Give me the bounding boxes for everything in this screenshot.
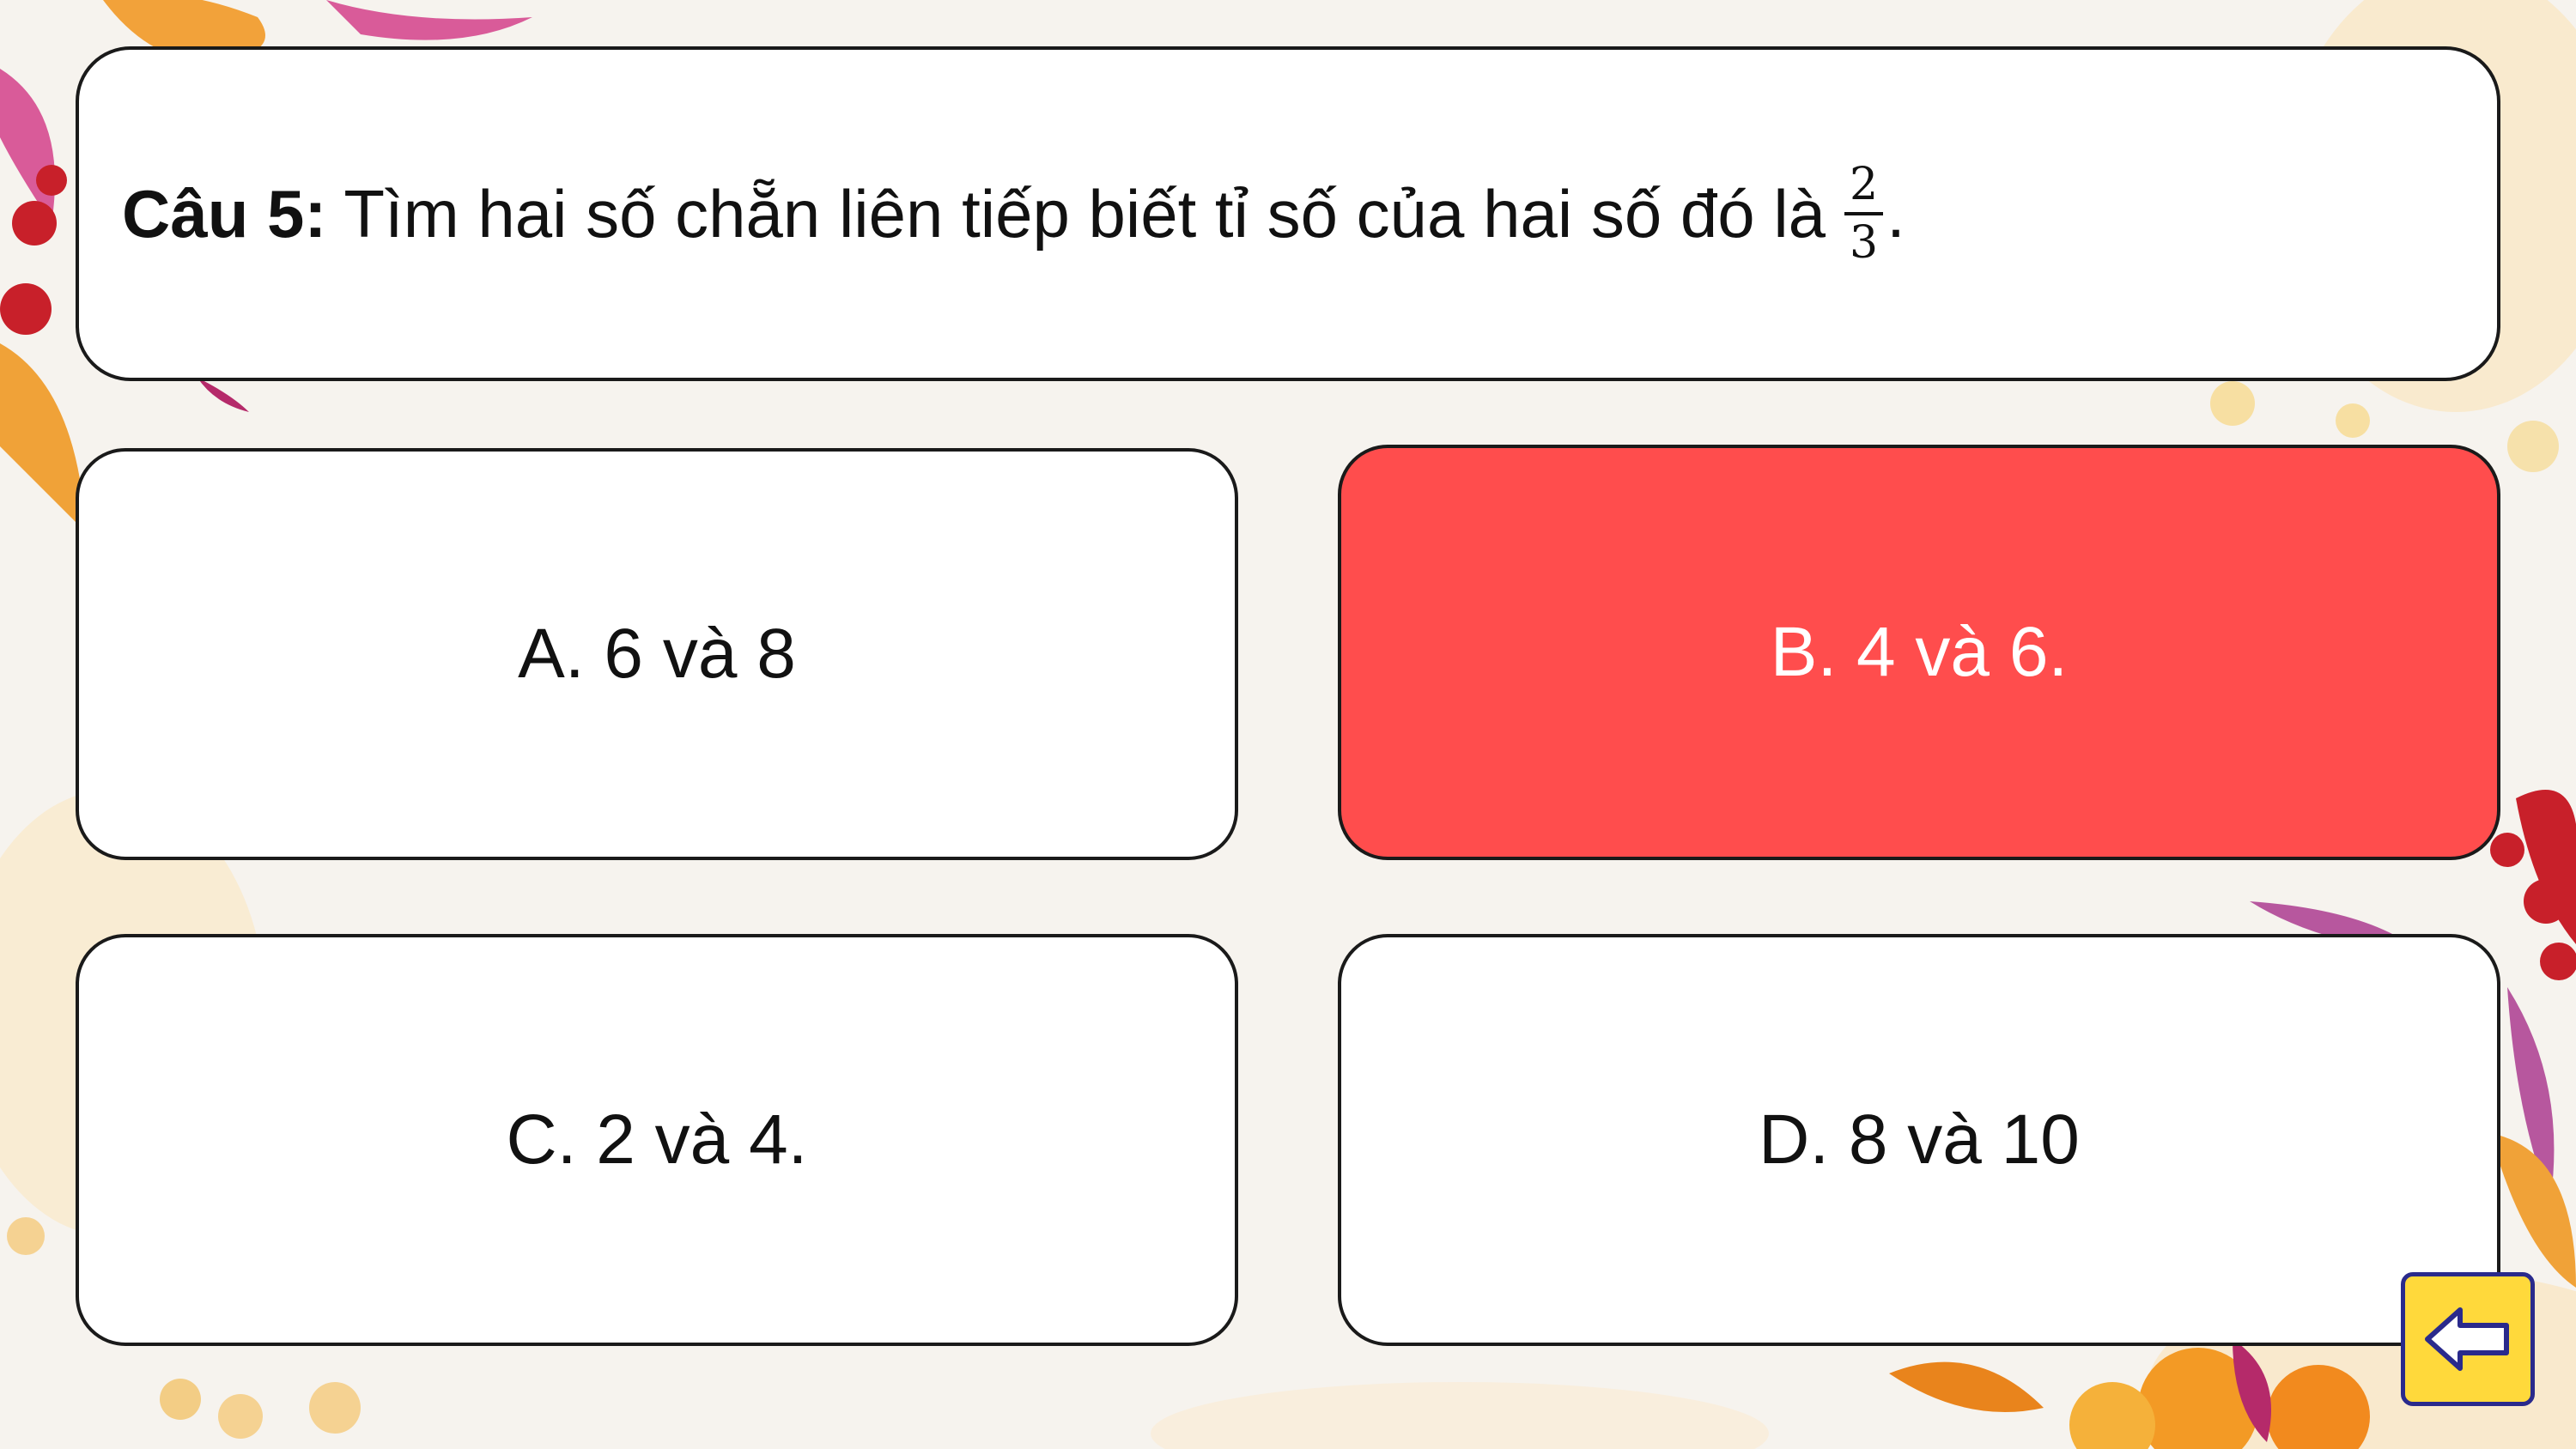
back-button[interactable]	[2401, 1272, 2535, 1406]
question-text: Tìm hai số chẵn liên tiếp biết tỉ số của…	[343, 175, 1826, 252]
answer-option-a[interactable]: A. 6 và 8	[76, 448, 1238, 860]
question-card: Câu 5: Tìm hai số chẵn liên tiếp biết tỉ…	[76, 46, 2500, 381]
answer-option-d-label: D. 8 và 10	[1759, 1100, 2080, 1179]
back-arrow-icon	[2425, 1307, 2509, 1371]
fraction: 2 3	[1844, 162, 1884, 269]
answer-option-c-label: C. 2 và 4.	[506, 1100, 808, 1179]
fraction-denominator: 3	[1850, 217, 1879, 269]
fraction-numerator: 2	[1844, 162, 1884, 215]
answer-option-b-label: B. 4 và 6.	[1770, 613, 2069, 691]
answer-option-a-label: A. 6 và 8	[518, 615, 796, 693]
answer-option-b-selected[interactable]: B. 4 và 6.	[1338, 445, 2500, 860]
question-text-line: Câu 5: Tìm hai số chẵn liên tiếp biết tỉ…	[122, 162, 1905, 265]
answer-option-c[interactable]: C. 2 và 4.	[76, 934, 1238, 1346]
answer-option-d[interactable]: D. 8 và 10	[1338, 934, 2500, 1346]
question-number: Câu 5:	[122, 175, 327, 252]
question-end-punctuation: .	[1886, 175, 1905, 252]
